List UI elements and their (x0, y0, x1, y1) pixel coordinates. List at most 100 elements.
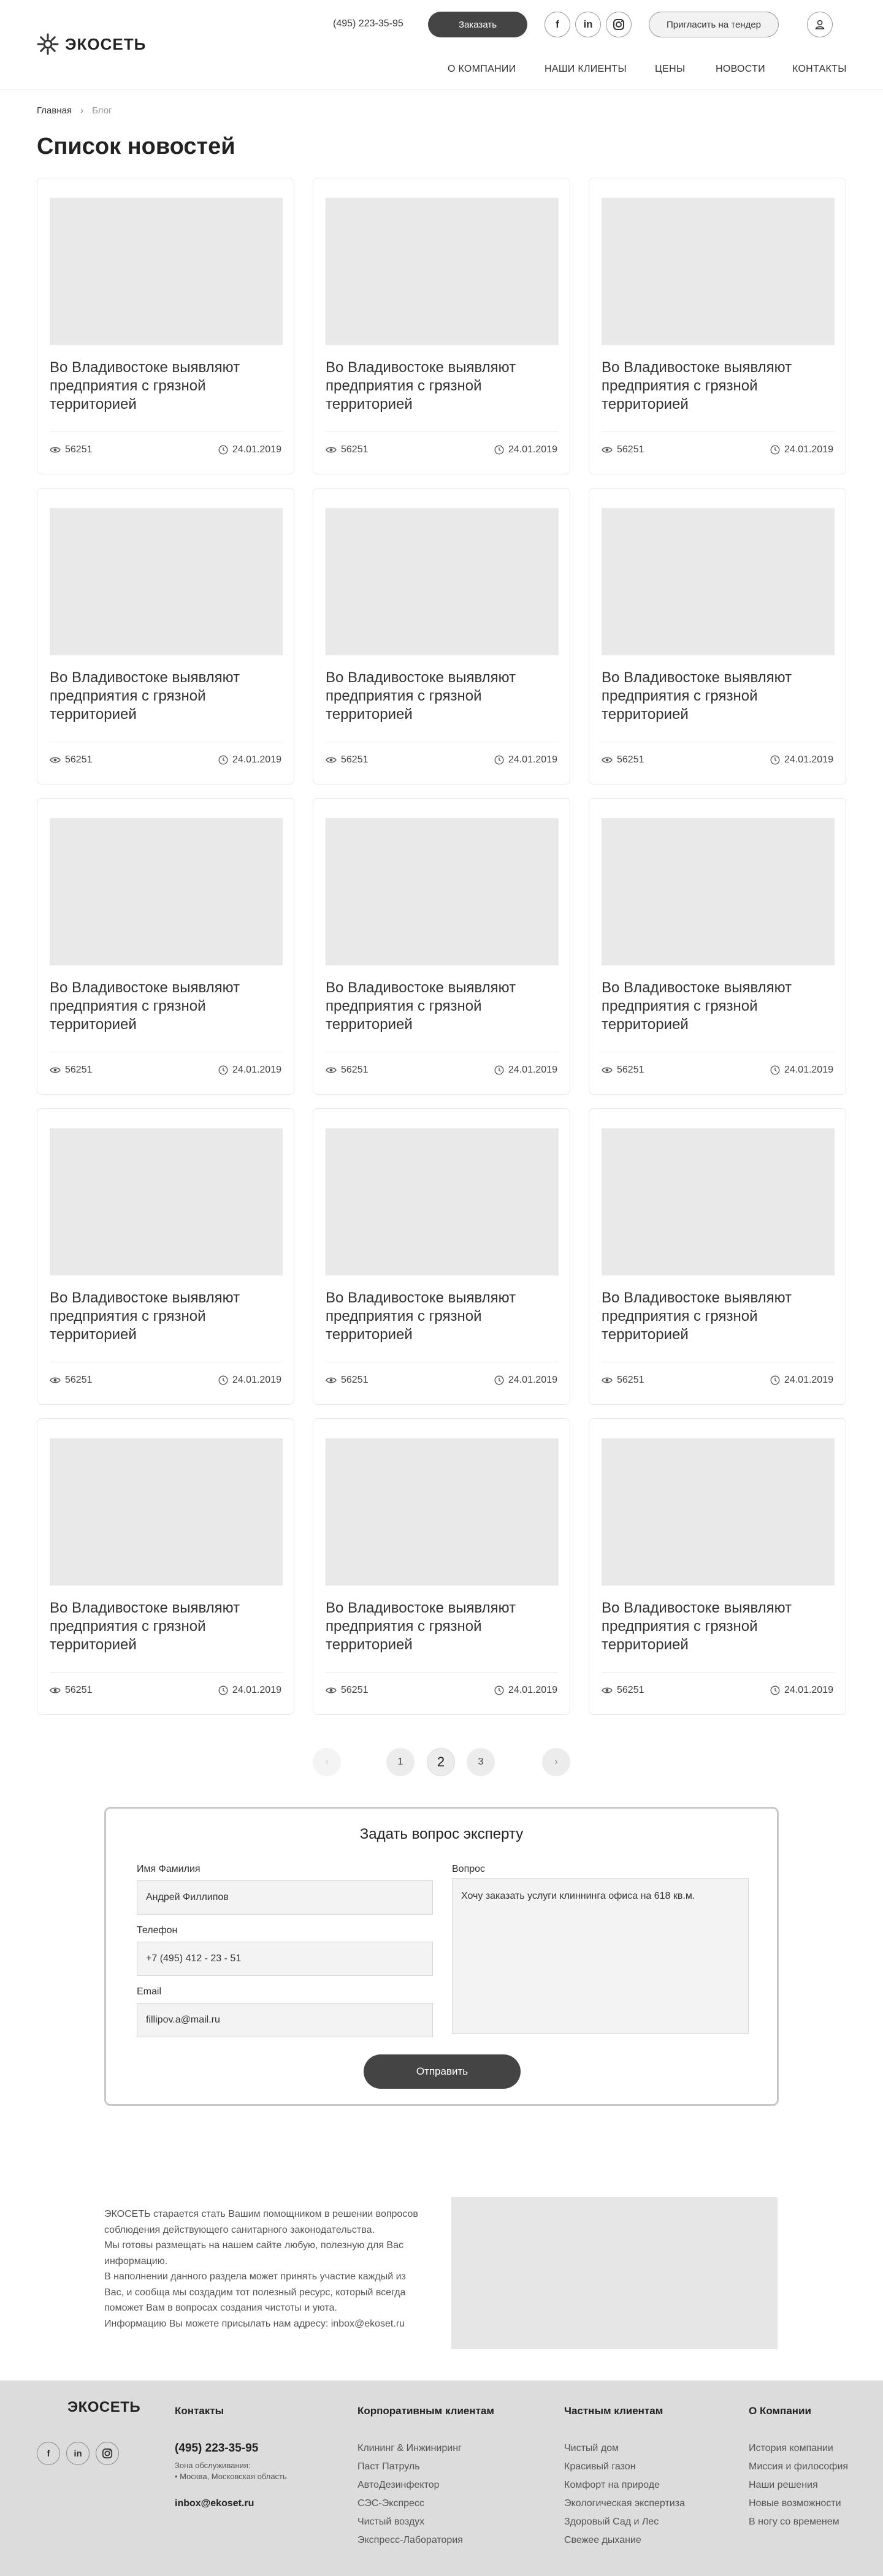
footer-link[interactable]: Здоровый Сад и Лес (564, 2517, 659, 2528)
footer-link[interactable]: Клининг & Инжиниринг (357, 2443, 462, 2454)
logo[interactable]: ЭКОСЕТЬ (37, 33, 146, 55)
footer-email[interactable]: inbox@ekoset.ru (175, 2498, 254, 2509)
news-card[interactable]: Во Владивостоке выявляют предприятия с г… (37, 488, 294, 785)
invite-tender-button[interactable]: Пригласить на тендер (649, 12, 779, 37)
news-title[interactable]: Во Владивостоке выявляют предприятия с г… (602, 359, 835, 414)
news-card[interactable]: Во Владивостоке выявляют предприятия с г… (37, 1418, 294, 1715)
news-title[interactable]: Во Владивостоке выявляют предприятия с г… (326, 1599, 559, 1654)
footer-logo[interactable]: ЭКОСЕТЬ (67, 2399, 140, 2416)
news-card[interactable]: Во Владивостоке выявляют предприятия с г… (313, 178, 570, 474)
views-count: 56251 (326, 1065, 369, 1076)
news-image-placeholder[interactable] (50, 1438, 283, 1586)
views-value: 56251 (617, 1375, 644, 1385)
footer-link[interactable]: СЭС-Экспресс (357, 2498, 424, 2509)
news-title[interactable]: Во Владивостоке выявляют предприятия с г… (50, 669, 283, 724)
footer-facebook-icon[interactable]: f (37, 2442, 60, 2465)
footer-link[interactable]: Свежее дыхание (564, 2535, 641, 2546)
footer-link[interactable]: Чистый дом (564, 2443, 619, 2454)
news-card[interactable]: Во Владивостоке выявляют предприятия с г… (313, 1418, 570, 1715)
footer-link[interactable]: Экспресс-Лаборатория (357, 2535, 463, 2546)
name-field[interactable]: Андрей Филлипов (137, 1880, 433, 1915)
views-count: 56251 (50, 754, 93, 766)
nav-clients[interactable]: НАШИ КЛИЕНТЫ (545, 64, 627, 75)
news-card[interactable]: Во Владивостоке выявляют предприятия с г… (37, 1108, 294, 1405)
news-title[interactable]: Во Владивостоке выявляют предприятия с г… (602, 1289, 835, 1344)
submit-button[interactable]: Отправить (364, 2054, 521, 2089)
page-button-3[interactable]: 3 (467, 1748, 495, 1776)
news-image-placeholder[interactable] (50, 198, 283, 345)
footer-link[interactable]: Комфорт на природе (564, 2480, 660, 2491)
footer-link[interactable]: Красивый газон (564, 2461, 636, 2472)
news-image-placeholder[interactable] (602, 1128, 835, 1275)
news-image-placeholder[interactable] (326, 818, 559, 965)
news-title[interactable]: Во Владивостоке выявляют предприятия с г… (602, 979, 835, 1034)
footer-link[interactable]: Миссия и философия (749, 2461, 848, 2472)
news-card[interactable]: Во Владивостоке выявляют предприятия с г… (313, 1108, 570, 1405)
next-page-button[interactable]: › (542, 1748, 570, 1776)
news-image-placeholder[interactable] (602, 818, 835, 965)
news-title[interactable]: Во Владивостоке выявляют предприятия с г… (50, 1289, 283, 1344)
news-image-placeholder[interactable] (602, 1438, 835, 1586)
footer-link[interactable]: Чистый воздух (357, 2517, 424, 2528)
news-image-placeholder[interactable] (50, 1128, 283, 1275)
footer-phone[interactable]: (495) 223-35-95 (175, 2442, 258, 2455)
footer-instagram-icon[interactable] (96, 2442, 119, 2465)
news-title[interactable]: Во Владивостоке выявляют предприятия с г… (602, 669, 835, 724)
news-image-placeholder[interactable] (602, 198, 835, 345)
news-card[interactable]: Во Владивостоке выявляют предприятия с г… (37, 798, 294, 1095)
footer-link[interactable]: Новые возможности (749, 2498, 841, 2509)
nav-news[interactable]: НОВОСТИ (716, 64, 765, 75)
news-image-placeholder[interactable] (602, 508, 835, 655)
news-title[interactable]: Во Владивостоке выявляют предприятия с г… (602, 1599, 835, 1654)
news-image-placeholder[interactable] (326, 508, 559, 655)
footer-link[interactable]: АвтоДезинфектор (357, 2480, 440, 2491)
facebook-icon[interactable]: f (545, 12, 570, 37)
news-card[interactable]: Во Владивостоке выявляют предприятия с г… (589, 178, 846, 474)
header-phone[interactable]: (495) 223-35-95 (333, 18, 403, 29)
footer-link[interactable]: В ногу со временем (749, 2517, 839, 2528)
linkedin-icon[interactable]: in (575, 12, 601, 37)
nav-about[interactable]: О КОМПАНИИ (448, 64, 516, 75)
order-button[interactable]: Заказать (428, 12, 527, 37)
news-card[interactable]: Во Владивостоке выявляют предприятия с г… (589, 798, 846, 1095)
phone-field[interactable]: +7 (495) 412 - 23 - 51 (137, 1942, 433, 1976)
page-button-1[interactable]: 1 (386, 1748, 415, 1776)
footer-company-title: О Компании (749, 2405, 811, 2417)
news-card[interactable]: Во Владивостоке выявляют предприятия с г… (37, 178, 294, 474)
news-card[interactable]: Во Владивостоке выявляют предприятия с г… (313, 488, 570, 785)
news-card[interactable]: Во Владивостоке выявляют предприятия с г… (589, 1418, 846, 1715)
user-account-button[interactable] (807, 12, 833, 37)
prev-page-button[interactable]: ‹ (313, 1748, 341, 1776)
news-title[interactable]: Во Владивостоке выявляют предприятия с г… (50, 1599, 283, 1654)
news-title[interactable]: Во Владивостоке выявляют предприятия с г… (326, 979, 559, 1034)
news-card[interactable]: Во Владивостоке выявляют предприятия с г… (589, 1108, 846, 1405)
breadcrumb-home[interactable]: Главная (37, 105, 72, 116)
page-button-2[interactable]: 2 (427, 1748, 455, 1776)
nav-contacts[interactable]: КОНТАКТЫ (792, 64, 847, 75)
email-field[interactable]: fillipov.a@mail.ru (137, 2003, 433, 2037)
news-card[interactable]: Во Владивостоке выявляют предприятия с г… (313, 798, 570, 1095)
date-value: 24.01.2019 (508, 1375, 557, 1385)
footer-link[interactable]: Паст Патруль (357, 2461, 420, 2472)
footer-link[interactable]: Экологическая экспертиза (564, 2498, 685, 2509)
footer-link[interactable]: Наши решения (749, 2480, 818, 2491)
news-image-placeholder[interactable] (326, 1128, 559, 1275)
news-card[interactable]: Во Владивостоке выявляют предприятия с г… (589, 488, 846, 785)
news-title[interactable]: Во Владивостоке выявляют предприятия с г… (326, 359, 559, 414)
eye-icon (602, 1687, 613, 1693)
news-title[interactable]: Во Владивостоке выявляют предприятия с г… (50, 359, 283, 414)
news-image-placeholder[interactable] (326, 198, 559, 345)
news-title[interactable]: Во Владивостоке выявляют предприятия с г… (50, 979, 283, 1034)
views-count: 56251 (326, 1375, 369, 1386)
footer-linkedin-icon[interactable]: in (66, 2442, 90, 2465)
footer-link[interactable]: История компании (749, 2443, 833, 2454)
news-title[interactable]: Во Владивостоке выявляют предприятия с г… (326, 1289, 559, 1344)
news-image-placeholder[interactable] (50, 508, 283, 655)
news-title[interactable]: Во Владивостоке выявляют предприятия с г… (326, 669, 559, 724)
views-value: 56251 (65, 1065, 93, 1075)
nav-prices[interactable]: ЦЕНЫ (655, 64, 685, 75)
news-image-placeholder[interactable] (326, 1438, 559, 1586)
question-textarea[interactable]: Хочу заказать услуги клиннинга офиса на … (452, 1878, 749, 2034)
news-image-placeholder[interactable] (50, 818, 283, 965)
instagram-icon[interactable] (606, 12, 632, 37)
